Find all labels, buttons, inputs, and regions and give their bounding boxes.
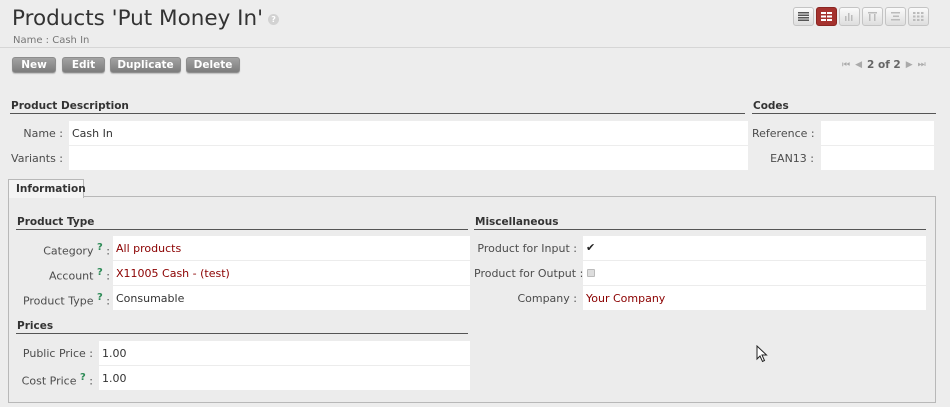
product-type-value: Consumable bbox=[116, 292, 185, 305]
codes-title: Codes bbox=[753, 100, 789, 112]
view-switcher bbox=[793, 7, 929, 26]
product-for-input-label: Product for Input : bbox=[477, 242, 577, 255]
product-type-field[interactable]: Consumable bbox=[113, 286, 470, 310]
mouse-pointer-icon bbox=[756, 345, 768, 363]
graph-icon bbox=[845, 13, 853, 21]
gantt-view-button[interactable] bbox=[885, 7, 906, 26]
form-view-button[interactable] bbox=[816, 7, 837, 26]
cost-price-value: 1.00 bbox=[102, 372, 127, 385]
company-label: Company : bbox=[517, 292, 577, 305]
reference-field[interactable] bbox=[821, 121, 934, 145]
reference-label: Reference : bbox=[752, 127, 815, 140]
help-icon[interactable]: ? bbox=[97, 267, 103, 278]
product-for-output-checkbox[interactable] bbox=[587, 269, 595, 277]
miscellaneous-divider bbox=[474, 229, 926, 230]
delete-button[interactable]: Delete bbox=[186, 57, 240, 73]
product-for-output-field bbox=[583, 261, 926, 285]
new-button[interactable]: New bbox=[12, 57, 56, 73]
product-description-title: Product Description bbox=[11, 100, 129, 112]
calendar-view-button[interactable] bbox=[862, 7, 883, 26]
name-value: Cash In bbox=[72, 127, 113, 140]
help-icon[interactable]: ? bbox=[80, 372, 86, 383]
kanban-icon bbox=[913, 12, 924, 21]
kanban-view-button[interactable] bbox=[908, 7, 929, 26]
codes-divider bbox=[752, 113, 936, 114]
account-label: Account ? : bbox=[16, 267, 110, 283]
product-for-output-label: Product for Output : bbox=[474, 267, 584, 280]
name-field[interactable]: Cash In bbox=[69, 121, 748, 145]
account-colon: : bbox=[106, 269, 110, 283]
category-value[interactable]: All products bbox=[116, 242, 181, 255]
help-icon[interactable]: ? bbox=[268, 13, 280, 25]
account-value[interactable]: X11005 Cash - (test) bbox=[116, 267, 230, 280]
company-value[interactable]: Your Company bbox=[586, 292, 665, 305]
list-icon bbox=[798, 12, 809, 21]
cost-price-label: Cost Price ? : bbox=[16, 372, 93, 388]
prices-title: Prices bbox=[17, 320, 54, 332]
cost-price-colon: : bbox=[89, 374, 93, 388]
pager-count: 2 of 2 bbox=[867, 59, 901, 71]
product-for-input-checkbox[interactable]: ✔ bbox=[586, 241, 595, 254]
header-divider bbox=[0, 47, 950, 48]
product-type-label: Product Type ? : bbox=[16, 292, 110, 308]
ean13-field[interactable] bbox=[821, 146, 934, 170]
prices-divider bbox=[16, 333, 468, 334]
public-price-field[interactable]: 1.00 bbox=[99, 341, 470, 365]
help-icon[interactable]: ? bbox=[97, 242, 103, 253]
category-colon: : bbox=[106, 244, 110, 258]
help-icon[interactable]: ? bbox=[97, 292, 103, 303]
account-label-text: Account bbox=[49, 269, 94, 283]
page-title: Products 'Put Money In'? bbox=[12, 6, 280, 31]
product-type-divider bbox=[16, 229, 468, 230]
pager: ⏮ ◀ 2 of 2 ▶ ⏭ bbox=[842, 59, 926, 71]
next-record-icon[interactable]: ▶ bbox=[906, 60, 913, 70]
graph-view-button[interactable] bbox=[839, 7, 860, 26]
first-record-icon[interactable]: ⏮ bbox=[842, 60, 850, 70]
edit-button[interactable]: Edit bbox=[62, 57, 105, 73]
public-price-value: 1.00 bbox=[102, 347, 127, 360]
product-description-divider bbox=[10, 113, 745, 114]
calendar-icon bbox=[868, 12, 877, 21]
miscellaneous-title: Miscellaneous bbox=[475, 216, 559, 228]
variants-label: Variants : bbox=[11, 152, 63, 165]
ean13-label: EAN13 : bbox=[770, 152, 814, 165]
public-price-label: Public Price : bbox=[22, 347, 93, 360]
tab-information[interactable]: Information bbox=[8, 179, 86, 198]
cost-price-field[interactable]: 1.00 bbox=[99, 366, 470, 390]
account-field[interactable]: X11005 Cash - (test) bbox=[113, 261, 470, 285]
cost-price-label-text: Cost Price bbox=[21, 374, 77, 388]
page-title-text: Products 'Put Money In' bbox=[12, 6, 264, 31]
name-label: Name : bbox=[23, 127, 63, 140]
category-field[interactable]: All products bbox=[113, 236, 470, 260]
product-type-label-text: Product Type bbox=[22, 294, 94, 308]
previous-record-icon[interactable]: ◀ bbox=[855, 60, 862, 70]
variants-field[interactable] bbox=[69, 146, 748, 170]
category-label-text: Category bbox=[43, 244, 94, 258]
company-field[interactable]: Your Company bbox=[583, 286, 926, 310]
gantt-icon bbox=[891, 12, 900, 21]
product-type-title: Product Type bbox=[17, 216, 95, 228]
product-for-input-field: ✔ bbox=[583, 236, 926, 260]
duplicate-button[interactable]: Duplicate bbox=[110, 57, 181, 73]
form-icon bbox=[821, 12, 832, 21]
product-type-colon: : bbox=[106, 294, 110, 308]
list-view-button[interactable] bbox=[793, 7, 814, 26]
breadcrumb: Name : Cash In bbox=[13, 35, 90, 46]
category-label: Category ? : bbox=[16, 242, 110, 258]
last-record-icon[interactable]: ⏭ bbox=[918, 60, 926, 70]
